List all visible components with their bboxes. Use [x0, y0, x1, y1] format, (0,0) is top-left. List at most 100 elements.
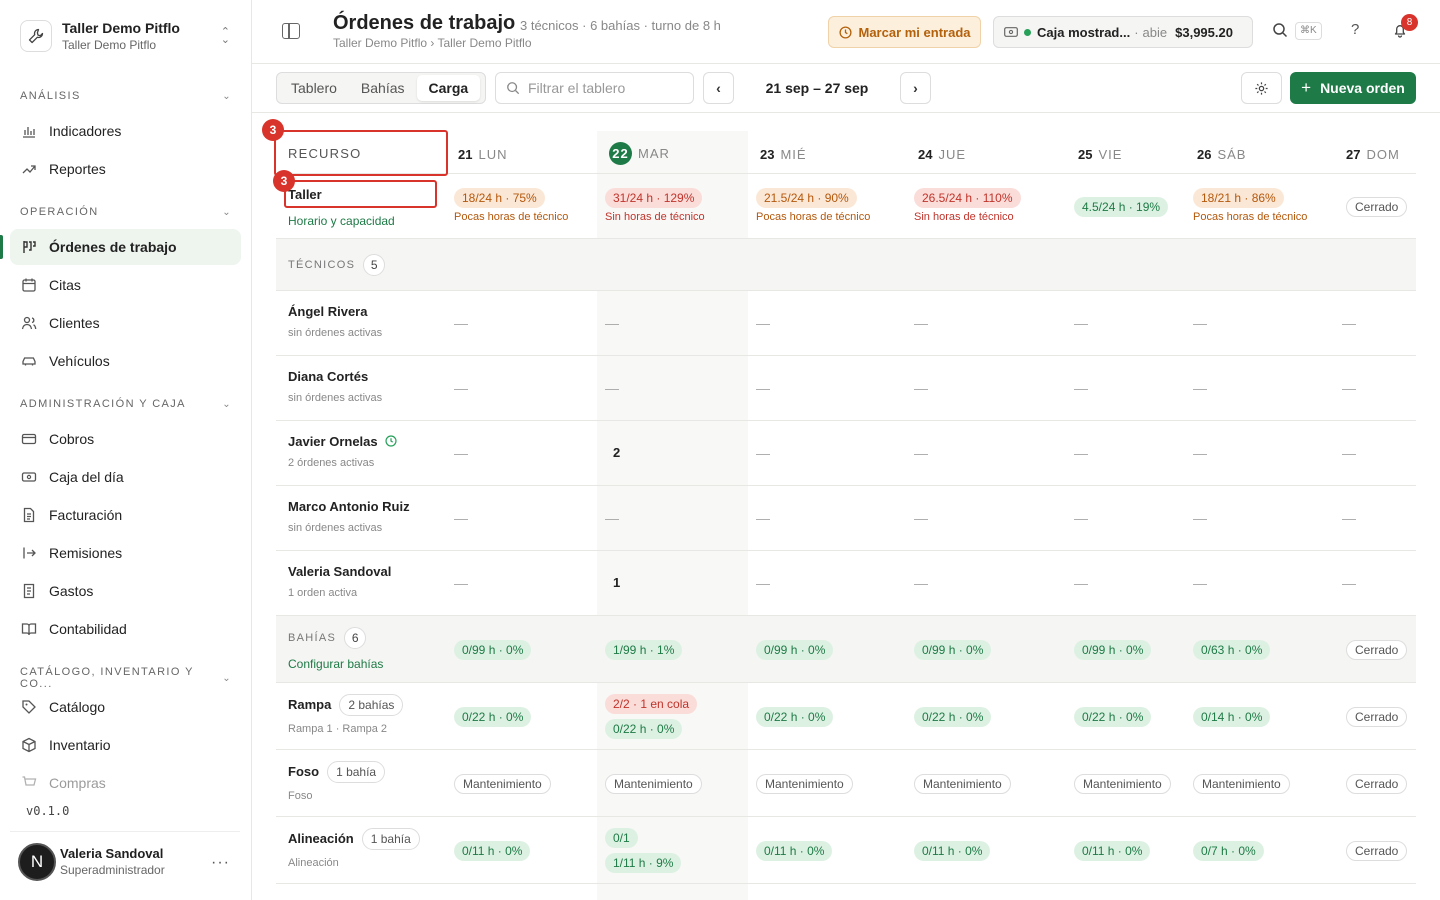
day-header[interactable]: 22 MAR	[597, 131, 748, 173]
day-cell[interactable]: —	[1334, 421, 1416, 485]
day-header[interactable]: 24 JUE	[906, 131, 1066, 173]
sidebar-item-cobros[interactable]: Cobros	[10, 421, 241, 457]
sidebar-item-caja-del-dia[interactable]: Caja del día	[10, 459, 241, 495]
resource-cell[interactable]: Valeria Sandoval 1 orden activa	[276, 551, 446, 615]
day-cell[interactable]: Mantenimiento	[1066, 750, 1185, 816]
day-cell[interactable]: —	[1334, 551, 1416, 615]
day-cell[interactable]: —	[748, 486, 906, 550]
more-icon[interactable]: ···	[211, 854, 230, 872]
new-order-button[interactable]: + Nueva orden	[1290, 72, 1416, 104]
day-cell[interactable]: —	[748, 421, 906, 485]
day-cell[interactable]: Cerrado	[1334, 817, 1416, 883]
day-cell[interactable]: 31/24 h · 129% Sin horas de técnico	[597, 174, 748, 238]
day-cell[interactable]: 2	[597, 421, 748, 485]
help-icon[interactable]: ?	[1351, 21, 1359, 38]
tab-carga[interactable]: Carga	[416, 75, 481, 101]
resource-cell[interactable]: Javier Ornelas 2 órdenes activas	[276, 421, 446, 485]
day-cell[interactable]: 0/99 h · 0%	[748, 616, 906, 682]
resource-cell[interactable]: Rampa 2 bahías Rampa 1 · Rampa 2	[276, 683, 446, 749]
day-cell[interactable]: —	[1066, 421, 1185, 485]
tab-bahias[interactable]: Bahías	[349, 75, 417, 101]
day-cell[interactable]: 0/1 1/11 h · 9%	[597, 817, 748, 883]
day-cell[interactable]: —	[1066, 486, 1185, 550]
day-cell[interactable]: Mantenimiento	[748, 750, 906, 816]
day-cell[interactable]: 1/99 h · 1%	[597, 616, 748, 682]
day-cell[interactable]: —	[748, 291, 906, 355]
sidebar-item-compras[interactable]: Compras	[10, 765, 241, 801]
day-cell[interactable]: —	[446, 356, 597, 420]
day-cell[interactable]: Mantenimiento	[597, 750, 748, 816]
sidebar-item-reportes[interactable]: Reportes	[10, 151, 241, 187]
day-cell[interactable]: Cerrado	[1334, 683, 1416, 749]
day-cell[interactable]: —	[597, 356, 748, 420]
day-cell[interactable]: 2/2 · 1 en cola 0/22 h · 0%	[597, 683, 748, 749]
tab-tablero[interactable]: Tablero	[279, 75, 349, 101]
day-cell[interactable]: —	[748, 356, 906, 420]
sidebar-section-header[interactable]: ANÁLISIS ⌄	[20, 90, 232, 102]
sidebar-item-gastos[interactable]: Gastos	[10, 573, 241, 609]
day-cell[interactable]: —	[906, 356, 1066, 420]
sidebar-section-header[interactable]: ADMINISTRACIÓN Y CAJA ⌄	[20, 398, 232, 410]
day-cell[interactable]: —	[597, 291, 748, 355]
day-cell[interactable]: Mantenimiento	[446, 750, 597, 816]
day-cell[interactable]: Cerrado	[1334, 616, 1416, 682]
day-cell[interactable]: —	[1066, 291, 1185, 355]
day-cell[interactable]: —	[446, 486, 597, 550]
day-header[interactable]: 25 VIE	[1066, 131, 1185, 173]
day-cell[interactable]: —	[1185, 291, 1334, 355]
day-cell[interactable]: —	[906, 291, 1066, 355]
day-cell[interactable]: 0/22 h · 0%	[906, 683, 1066, 749]
day-cell[interactable]: —	[906, 421, 1066, 485]
resource-cell[interactable]: Foso 1 bahía Foso	[276, 750, 446, 816]
day-cell[interactable]: 4.5/24 h · 19%	[1066, 174, 1185, 238]
resource-cell[interactable]: Ángel Rivera sin órdenes activas	[276, 291, 446, 355]
day-cell[interactable]: —	[1185, 551, 1334, 615]
sidebar-item-contabilidad[interactable]: Contabilidad	[10, 611, 241, 647]
day-cell[interactable]: 0/7 h · 0%	[1185, 817, 1334, 883]
settings-button[interactable]	[1241, 72, 1282, 104]
day-header[interactable]: 26 SÁB	[1185, 131, 1334, 173]
day-cell[interactable]: —	[446, 421, 597, 485]
day-cell[interactable]: —	[446, 551, 597, 615]
resource-cell[interactable]: Marco Antonio Ruiz sin órdenes activas	[276, 486, 446, 550]
day-cell[interactable]: 21.5/24 h · 90% Pocas horas de técnico	[748, 174, 906, 238]
cash-register-selector[interactable]: Caja mostrad... · abie $3,995.20	[993, 16, 1253, 48]
day-header[interactable]: 21 LUN	[446, 131, 597, 173]
sidebar-section-header[interactable]: CATÁLOGO, INVENTARIO Y CO... ⌄	[20, 666, 232, 690]
sidebar-item-indicadores[interactable]: Indicadores	[10, 113, 241, 149]
sidebar-item-inventario[interactable]: Inventario	[10, 727, 241, 763]
sidebar-item-citas[interactable]: Citas	[10, 267, 241, 303]
search-icon[interactable]	[1272, 22, 1288, 42]
day-cell[interactable]: 0/22 h · 0%	[748, 683, 906, 749]
day-cell[interactable]: —	[748, 551, 906, 615]
day-cell[interactable]: —	[446, 291, 597, 355]
sidebar-item-vehiculos[interactable]: Vehículos	[10, 343, 241, 379]
day-cell[interactable]: 18/24 h · 75% Pocas horas de técnico	[446, 174, 597, 238]
workspace-switcher[interactable]: Taller Demo Pitflo Taller Demo Pitflo ⌃ ⌄	[10, 10, 242, 62]
day-cell[interactable]: —	[1185, 356, 1334, 420]
day-cell[interactable]: 0/99 h · 0%	[446, 616, 597, 682]
sidebar-item-remisiones[interactable]: Remisiones	[10, 535, 241, 571]
day-cell[interactable]: 0/22 h · 0%	[446, 683, 597, 749]
day-cell[interactable]: 0/99 h · 0%	[906, 616, 1066, 682]
day-cell[interactable]: Cerrado	[1334, 750, 1416, 816]
day-cell[interactable]: —	[1066, 551, 1185, 615]
user-menu[interactable]: N Valeria Sandoval Superadministrador ··…	[10, 831, 240, 891]
day-cell[interactable]: 1	[597, 551, 748, 615]
sidebar-item-facturacion[interactable]: Facturación	[10, 497, 241, 533]
sidebar-section-header[interactable]: OPERACIÓN ⌄	[20, 206, 232, 218]
day-cell[interactable]: —	[1185, 486, 1334, 550]
day-cell[interactable]: Cerrado	[1334, 174, 1416, 238]
day-cell[interactable]: —	[1185, 421, 1334, 485]
resource-cell[interactable]: Diana Cortés sin órdenes activas	[276, 356, 446, 420]
sidebar-item-ordenes-de-trabajo[interactable]: Órdenes de trabajo	[0, 229, 241, 265]
day-cell[interactable]: 0/99 h · 0%	[1066, 616, 1185, 682]
day-cell[interactable]: —	[1334, 486, 1416, 550]
day-cell[interactable]: 0/11 h · 0%	[748, 817, 906, 883]
day-cell[interactable]: —	[1066, 356, 1185, 420]
sidebar-toggle-icon[interactable]	[282, 23, 300, 39]
prev-week-button[interactable]: ‹	[703, 72, 734, 104]
day-cell[interactable]: —	[906, 551, 1066, 615]
day-cell[interactable]: 0/11 h · 0%	[1066, 817, 1185, 883]
filter-input[interactable]: Filtrar el tablero	[495, 72, 694, 104]
